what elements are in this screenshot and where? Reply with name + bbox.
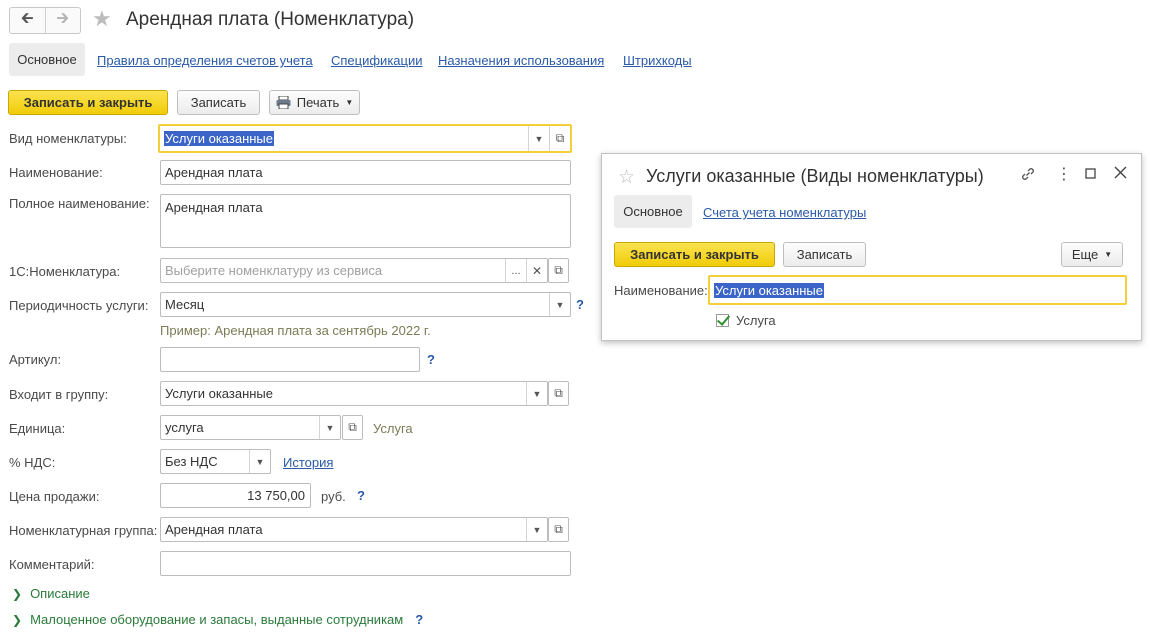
- popup-more-button[interactable]: Еще ▼: [1061, 242, 1123, 267]
- onec-label: 1С:Номенклатура:: [9, 264, 121, 279]
- price-unit: руб.: [321, 489, 346, 504]
- popup-name-input[interactable]: Услуги оказанные: [708, 275, 1127, 305]
- open-icon[interactable]: ⧉: [548, 258, 569, 283]
- help-icon[interactable]: ?: [357, 488, 365, 503]
- price-value: 13 750,00: [247, 488, 305, 503]
- comment-input[interactable]: [160, 551, 571, 576]
- close-icon[interactable]: [1114, 166, 1127, 182]
- price-input[interactable]: 13 750,00: [160, 483, 311, 508]
- kind-label: Вид номенклатуры:: [9, 131, 127, 146]
- open-icon[interactable]: ⧉: [549, 126, 570, 151]
- printer-icon: [276, 96, 291, 109]
- tab-barcodes[interactable]: Штрихкоды: [623, 53, 692, 68]
- dropdown-arrow-icon[interactable]: ▼: [249, 450, 270, 473]
- chevron-right-icon: ❯: [12, 586, 23, 601]
- period-label: Периодичность услуги:: [9, 298, 149, 313]
- navigation-buttons: 🡰 🡲: [9, 7, 81, 34]
- favorite-star-icon[interactable]: ☆: [618, 166, 635, 189]
- dropdown-arrow-icon: ▼: [1104, 250, 1113, 259]
- popup-tab-main[interactable]: Основное: [614, 195, 692, 228]
- print-button[interactable]: Печать ▼: [269, 90, 360, 115]
- fullname-label: Полное наименование:: [9, 196, 150, 211]
- help-icon[interactable]: ?: [415, 612, 423, 627]
- maximize-icon[interactable]: [1085, 167, 1097, 183]
- open-icon[interactable]: ⧉: [342, 415, 363, 440]
- period-value: Месяц: [165, 297, 205, 312]
- dropdown-arrow-icon[interactable]: ▼: [526, 382, 547, 405]
- link-icon[interactable]: [1020, 166, 1036, 185]
- tab-main[interactable]: Основное: [9, 43, 85, 76]
- arrow-right-icon: 🡲: [56, 10, 70, 27]
- service-checkbox-label: Услуга: [736, 313, 776, 328]
- popup-save-button[interactable]: Записать: [783, 242, 866, 267]
- help-icon[interactable]: ?: [427, 352, 435, 367]
- period-select[interactable]: Месяц ▼: [160, 292, 571, 317]
- page-title: Арендная плата (Номенклатура): [126, 9, 415, 30]
- nomgroup-select[interactable]: Арендная плата ▼: [160, 517, 548, 542]
- more-label: Еще: [1071, 247, 1099, 262]
- unit-hint: Услуга: [373, 421, 413, 436]
- section-equipment[interactable]: ❯ Малоценное оборудование и запасы, выда…: [12, 612, 423, 627]
- vat-label: % НДС:: [9, 455, 56, 470]
- kind-field[interactable]: Услуги оказанные ▼ ⧉: [158, 124, 572, 153]
- name-value: Арендная плата: [165, 165, 263, 180]
- group-select[interactable]: Услуги оказанные ▼: [160, 381, 548, 406]
- favorite-star-icon[interactable]: ★: [92, 8, 112, 30]
- back-button[interactable]: 🡰: [10, 8, 45, 33]
- popup-title: Услуги оказанные (Виды номенклатуры): [646, 166, 984, 186]
- select-button[interactable]: ...: [505, 259, 526, 282]
- comment-label: Комментарий:: [9, 557, 95, 572]
- section-description-label: Описание: [30, 586, 90, 601]
- unit-label: Единица:: [9, 421, 66, 436]
- dropdown-arrow-icon[interactable]: ▼: [319, 416, 340, 439]
- popup-save-and-close-button[interactable]: Записать и закрыть: [614, 242, 775, 267]
- vat-history-link[interactable]: История: [283, 455, 333, 470]
- help-icon[interactable]: ?: [576, 297, 584, 312]
- popup-tab-accounts[interactable]: Счета учета номенклатуры: [703, 205, 866, 220]
- group-value: Услуги оказанные: [165, 386, 273, 401]
- open-icon[interactable]: ⧉: [548, 381, 569, 406]
- name-input[interactable]: Арендная плата: [160, 160, 571, 185]
- vat-value: Без НДС: [165, 454, 218, 469]
- dropdown-arrow-icon: ▼: [345, 98, 354, 107]
- service-checkbox[interactable]: [716, 314, 729, 327]
- dropdown-arrow-icon[interactable]: ▼: [528, 126, 549, 151]
- nomgroup-label: Номенклатурная группа:: [9, 523, 158, 538]
- arrow-left-icon: 🡰: [20, 10, 34, 27]
- save-button[interactable]: Записать: [177, 90, 260, 115]
- tab-account-rules[interactable]: Правила определения счетов учета: [97, 53, 313, 68]
- kind-popup-window: ☆ Услуги оказанные (Виды номенклатуры) ⋮…: [601, 153, 1142, 341]
- popup-name-label: Наименование:: [614, 283, 708, 298]
- unit-value: услуга: [165, 420, 204, 435]
- period-hint: Пример: Арендная плата за сентябрь 2022 …: [160, 323, 431, 338]
- name-label: Наименование:: [9, 165, 103, 180]
- print-label: Печать: [296, 95, 340, 110]
- popup-name-value: Услуги оказанные: [714, 282, 824, 298]
- unit-select[interactable]: услуга ▼: [160, 415, 341, 440]
- clear-icon[interactable]: ✕: [526, 259, 547, 282]
- onec-placeholder: Выберите номенклатуру из сервиса: [165, 263, 383, 278]
- onec-field[interactable]: Выберите номенклатуру из сервиса ... ✕: [160, 258, 548, 283]
- fullname-textarea[interactable]: Арендная плата: [160, 194, 571, 248]
- chevron-right-icon: ❯: [12, 612, 23, 627]
- dropdown-arrow-icon[interactable]: ▼: [549, 293, 570, 316]
- section-equipment-label: Малоценное оборудование и запасы, выданн…: [30, 612, 404, 627]
- nomgroup-value: Арендная плата: [165, 522, 263, 537]
- dropdown-arrow-icon[interactable]: ▼: [526, 518, 547, 541]
- price-label: Цена продажи:: [9, 489, 100, 504]
- article-label: Артикул:: [9, 352, 62, 367]
- tab-specifications[interactable]: Спецификации: [331, 53, 423, 68]
- kind-value: Услуги оказанные: [164, 131, 274, 146]
- article-input[interactable]: [160, 347, 420, 372]
- more-vertical-icon[interactable]: ⋮: [1056, 164, 1072, 184]
- save-and-close-button[interactable]: Записать и закрыть: [8, 90, 168, 115]
- open-icon[interactable]: ⧉: [548, 517, 569, 542]
- section-description[interactable]: ❯ Описание: [12, 586, 90, 601]
- group-label: Входит в группу:: [9, 387, 109, 402]
- vat-select[interactable]: Без НДС ▼: [160, 449, 271, 474]
- forward-button[interactable]: 🡲: [44, 8, 81, 33]
- tab-usage-purposes[interactable]: Назначения использования: [438, 53, 604, 68]
